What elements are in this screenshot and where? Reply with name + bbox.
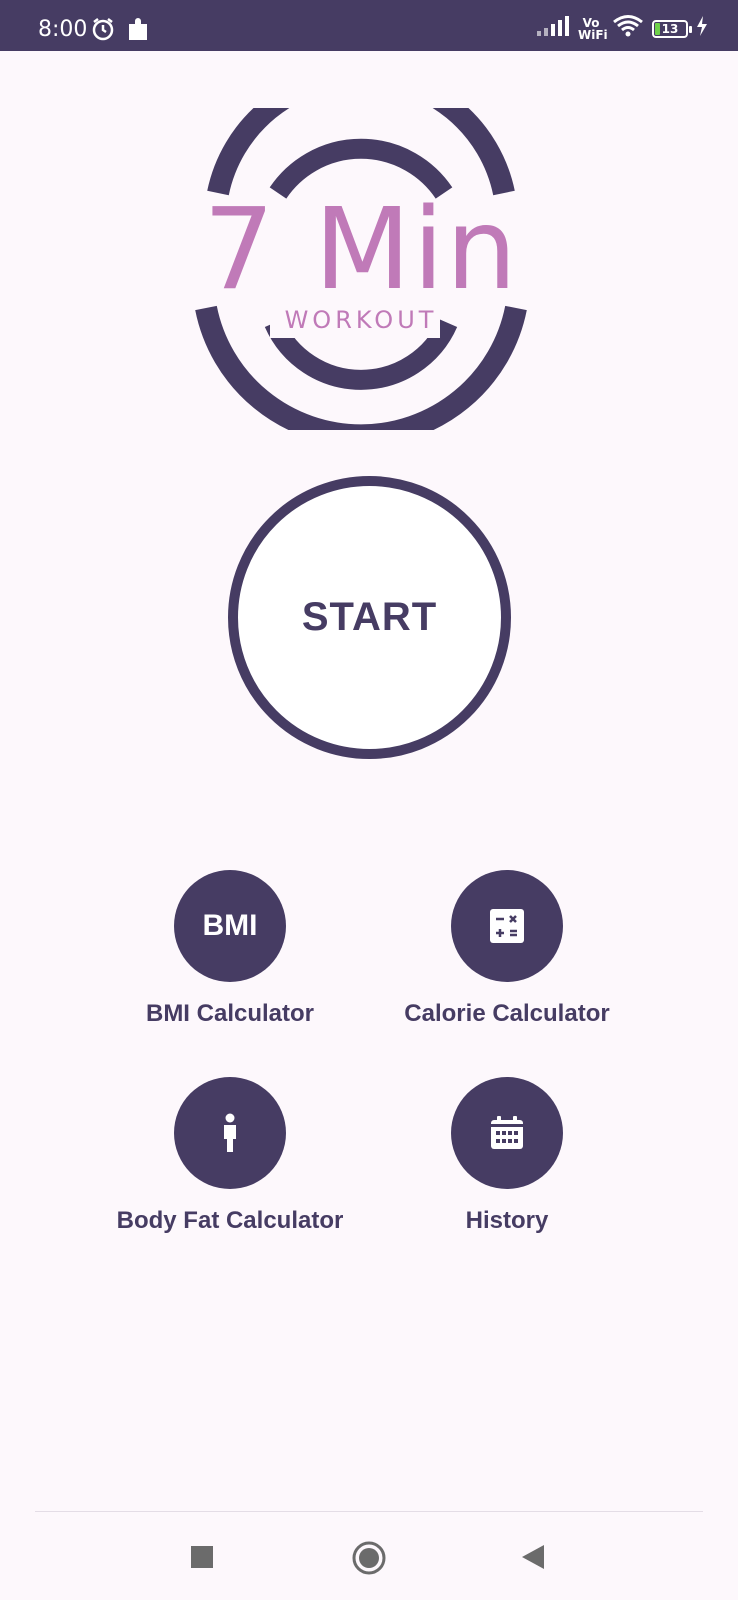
body-fat-calculator-button[interactable]: Body Fat Calculator — [100, 1077, 360, 1235]
logo-main-text: 7 Min — [203, 185, 519, 315]
signal-icon — [536, 15, 570, 42]
battery-indicator: 13 — [652, 19, 692, 38]
history-button[interactable]: History — [377, 1077, 637, 1235]
wifi-icon — [612, 14, 644, 43]
vowifi-label: Vo WiFi — [578, 15, 608, 42]
back-button[interactable] — [520, 1543, 546, 1576]
status-bar: 8:00 Vo WiFi 13 — [0, 0, 738, 51]
start-button[interactable]: START — [228, 476, 511, 759]
nav-divider — [35, 1511, 703, 1512]
history-label: History — [465, 1207, 549, 1234]
alarm-icon — [90, 16, 116, 47]
calorie-calculator-label: Calorie Calculator — [404, 1000, 610, 1027]
calculator-icon[interactable] — [451, 870, 563, 982]
start-button-label: START — [301, 595, 438, 639]
charging-icon — [696, 15, 708, 42]
recent-apps-button[interactable] — [190, 1545, 214, 1574]
home-button[interactable] — [351, 1540, 387, 1581]
logo-sub-text: WORKOUT — [284, 306, 438, 334]
puzzle-icon — [126, 16, 150, 47]
bmi-icon[interactable]: BMI — [174, 870, 286, 982]
calendar-icon[interactable] — [451, 1077, 563, 1189]
app-logo: 7 Min WORKOUT — [186, 65, 536, 447]
status-time: 8:00 — [38, 17, 88, 42]
body-fat-calculator-label: Body Fat Calculator — [116, 1207, 344, 1234]
bmi-calculator-label: BMI Calculator — [145, 1000, 315, 1027]
bmi-calculator-button[interactable]: BMI BMI Calculator — [100, 870, 360, 1028]
calorie-calculator-button[interactable]: Calorie Calculator — [377, 870, 637, 1028]
person-icon[interactable] — [174, 1077, 286, 1189]
